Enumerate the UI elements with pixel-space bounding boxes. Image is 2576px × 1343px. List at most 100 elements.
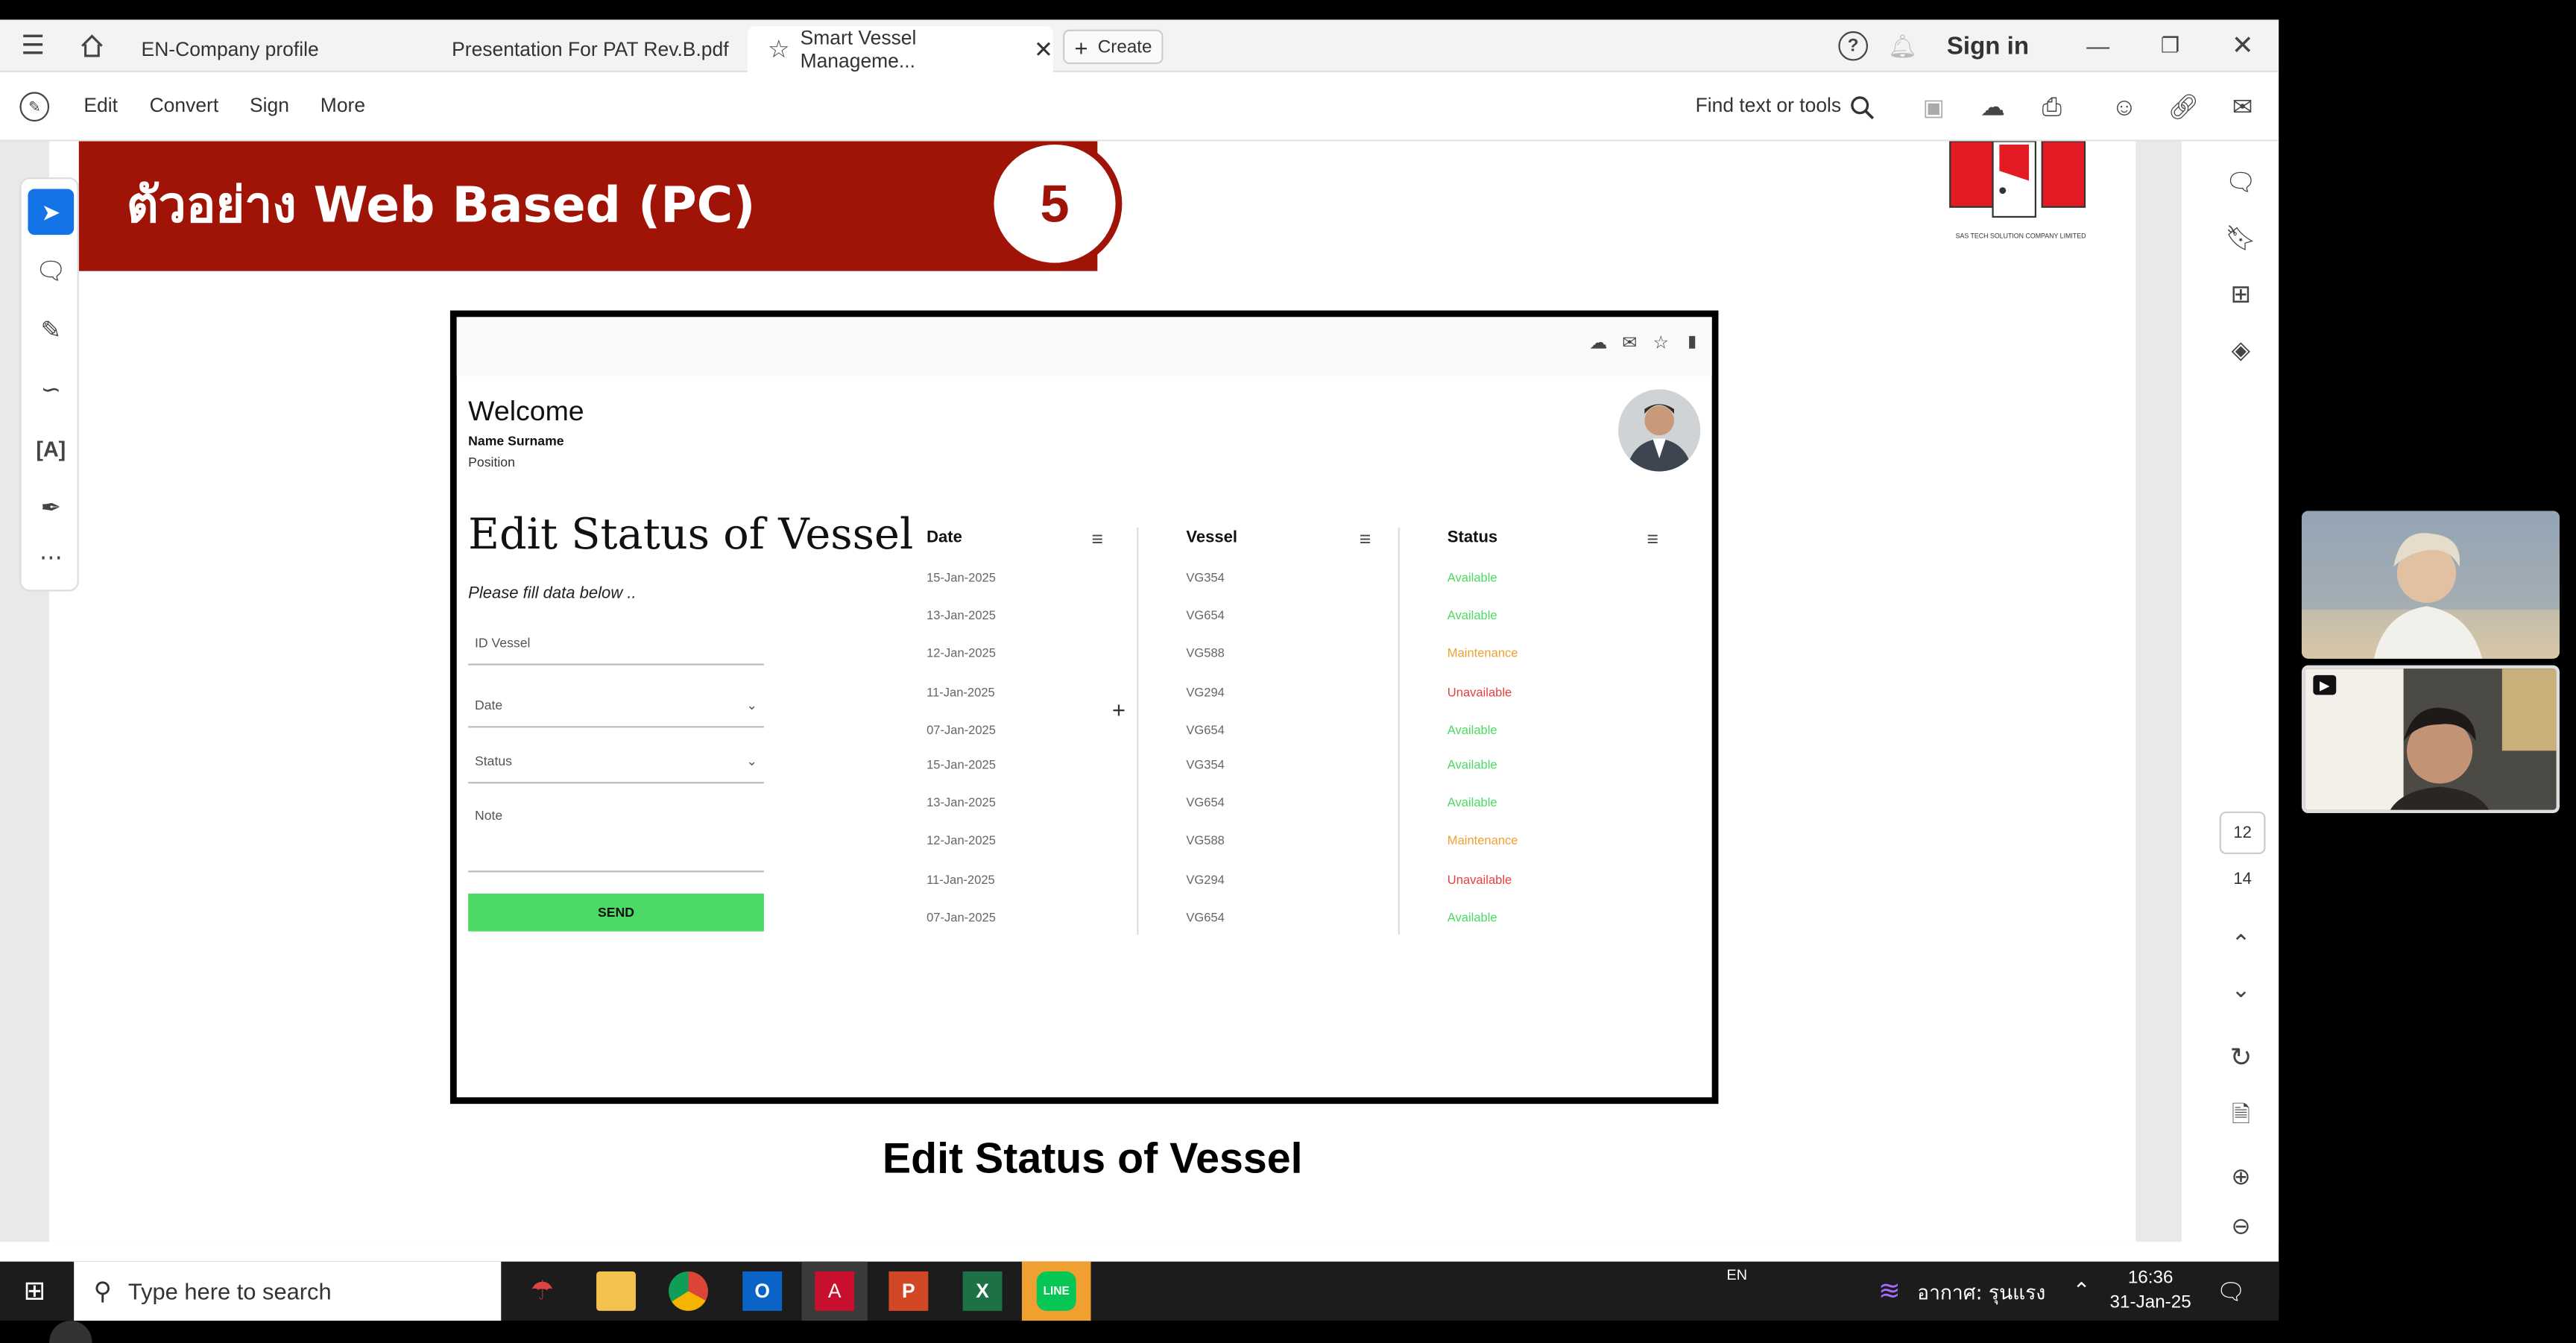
page-export-icon[interactable]: 🗎︎ (2224, 1101, 2257, 1134)
create-button[interactable]: + Create (1063, 29, 1164, 64)
share-user-icon[interactable]: ☺ (2108, 90, 2141, 123)
current-page-input[interactable]: 12 (2219, 811, 2266, 855)
slide-caption: Edit Status of Vessel (882, 1133, 1303, 1183)
chevron-up-icon[interactable]: ⌃ (2067, 1274, 2097, 1307)
layers-icon[interactable]: ◈ (2223, 332, 2258, 367)
search-icon[interactable] (1845, 90, 1878, 123)
zoom-out-icon[interactable]: ⊖ (2224, 1209, 2257, 1242)
taskbar-search[interactable]: ⚲ Type here to search (74, 1261, 502, 1321)
date-select: Date ⌄ (468, 682, 764, 728)
upload-cloud-icon[interactable]: ☁ (1977, 90, 2010, 123)
thumbnails-icon[interactable]: ⊞ (2223, 276, 2258, 312)
table-cell-status: Available (1447, 722, 1497, 738)
chevron-up-icon[interactable]: ⌃ (2224, 926, 2257, 959)
table-cell-date: 15-Jan-2025 (926, 569, 996, 585)
screen: ☰ EN-Company profile Presentation For PA… (0, 0, 2576, 1343)
tab-presentation[interactable]: Presentation For PAT Rev.B.pdf (435, 26, 741, 72)
sort-icon: ≡ (1091, 527, 1104, 551)
table-cell-status: Unavailable (1447, 872, 1512, 888)
add-comment-icon[interactable]: 🗨︎ (28, 248, 74, 294)
notification-icon[interactable]: 🗨︎ (2214, 1274, 2247, 1307)
sign-pen-icon[interactable]: ✒ (28, 484, 74, 531)
close-tab-icon[interactable]: ✕ (1034, 35, 1053, 63)
id-vessel-placeholder: ID Vessel (474, 635, 531, 651)
draw-freehand-icon[interactable]: ∽ (28, 367, 74, 413)
date-placeholder: Date (474, 698, 503, 713)
clock[interactable]: 16:36 31-Jan-25 (2109, 1266, 2191, 1315)
menu-convert[interactable]: Convert (150, 94, 219, 117)
select-tool-icon[interactable]: ➤ (28, 189, 75, 236)
find-text-tools[interactable]: Find text or tools (1696, 94, 1842, 117)
table-cell-vessel: VG654 (1186, 910, 1225, 925)
sign-in-button[interactable]: Sign in (1947, 33, 2029, 60)
table-cell-vessel: VG354 (1186, 757, 1225, 772)
app-heading: Edit Status of Vessel (468, 511, 914, 560)
powerpoint-icon[interactable]: P (888, 1271, 929, 1311)
star-icon[interactable]: ☆ (764, 34, 794, 63)
status-placeholder: Status (474, 753, 512, 769)
note-field: Note (468, 800, 764, 873)
tab-company-profile[interactable]: EN-Company profile (125, 26, 431, 72)
line-taskbar-active[interactable]: LINE (1021, 1261, 1091, 1321)
star-icon: ☆ (1652, 332, 1670, 353)
home-icon[interactable] (72, 30, 112, 63)
col-header-status: Status (1447, 528, 1498, 547)
weather-status-icon[interactable]: ≋ (1875, 1274, 1904, 1307)
pdf-page: ตัวอย่าง Web Based (PC) 5 SAS TECH SOLUT… (49, 141, 2136, 1242)
app-header: ☁ ✉ ☆ ▮ (456, 317, 1712, 376)
chrome-icon[interactable] (669, 1271, 708, 1311)
zoom-in-icon[interactable]: ⊕ (2224, 1160, 2257, 1192)
taskbar-search-placeholder: Type here to search (127, 1277, 332, 1305)
close-window-icon[interactable]: ✕ (2224, 30, 2260, 63)
save-icon[interactable]: ▣ (1917, 90, 1950, 123)
table-cell-vessel: VG654 (1186, 722, 1225, 738)
menu-icon[interactable]: ☰ (13, 30, 53, 63)
trash-icon: ▮ (1688, 332, 1697, 351)
table-cell-status: Available (1447, 757, 1497, 772)
highlight-pen-icon[interactable]: ✎ (28, 307, 74, 353)
line-app-corner-icon (49, 1321, 92, 1343)
more-tools-icon[interactable]: ⋯ (28, 540, 74, 573)
text-box-icon[interactable]: [A] (28, 426, 74, 472)
outlook-icon[interactable]: O (742, 1271, 783, 1311)
link-icon[interactable]: 🔗︎ (2167, 90, 2200, 123)
tab-smart-vessel[interactable]: ☆ Smart Vessel Manageme... ✕ (747, 26, 1053, 72)
avatar (1618, 389, 1701, 472)
column-divider (1137, 527, 1139, 935)
menu-edit[interactable]: Edit (83, 94, 118, 117)
video-participant-1[interactable] (2301, 511, 2560, 659)
minimize-icon[interactable]: — (2080, 30, 2115, 63)
tab-label: Smart Vessel Manageme... (800, 26, 917, 72)
col-header-vessel: Vessel (1186, 528, 1238, 547)
windows-taskbar: ⊞ ⚲ Type here to search ☂ O A P X LINE E… (0, 1261, 2279, 1321)
file-explorer-icon[interactable] (596, 1271, 636, 1311)
help-icon[interactable]: ? (1838, 31, 1869, 61)
video-participant-2[interactable]: ▶ (2301, 665, 2560, 814)
excel-icon[interactable]: X (962, 1271, 1003, 1311)
table-cell-status: Available (1447, 794, 1497, 810)
sort-icon: ≡ (1647, 527, 1659, 551)
chevron-down-icon[interactable]: ⌄ (2224, 973, 2257, 1005)
print-icon[interactable]: ⎙ (2036, 90, 2068, 123)
tab-label: Presentation For PAT Rev.B.pdf (452, 37, 729, 61)
windows-start-icon[interactable]: ⊞ (16, 1274, 52, 1307)
menu-sign[interactable]: Sign (250, 94, 289, 117)
acrobat-taskbar-active[interactable]: A (801, 1261, 868, 1321)
table-cell-date: 07-Jan-2025 (926, 910, 996, 925)
restore-icon[interactable]: ❐ (2152, 30, 2188, 63)
embedded-app-screenshot: ☁ ✉ ☆ ▮ Welcome Name Surname Position Ed… (449, 310, 1719, 1105)
input-language[interactable]: EN (1727, 1266, 1748, 1283)
line-icon: LINE (1036, 1271, 1076, 1311)
rotate-icon[interactable]: ↻ (2224, 1041, 2257, 1074)
acrobat-icon[interactable]: ✎ (19, 92, 50, 122)
bookmark-icon[interactable]: 🔖︎ (2223, 220, 2258, 256)
search-icon: ⚲ (93, 1277, 112, 1306)
menu-more[interactable]: More (321, 94, 365, 117)
bell-icon[interactable]: 🔔︎ (1886, 30, 1919, 63)
comments-icon[interactable]: 🗨︎ (2223, 164, 2258, 200)
tab-bar: ☰ EN-Company profile Presentation For PA… (0, 19, 2279, 72)
email-icon[interactable]: ✉ (2226, 90, 2259, 123)
weather-text[interactable]: อากาศ: รุนแรง (1917, 1278, 2045, 1309)
weather-app-icon[interactable]: ☂ (523, 1271, 562, 1311)
user-position: Position (468, 455, 515, 470)
